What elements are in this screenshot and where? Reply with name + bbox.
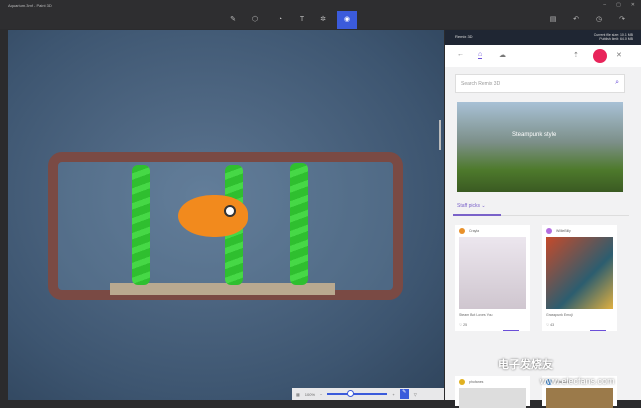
- zoom-in-button[interactable]: +: [392, 392, 394, 397]
- scrollbar[interactable]: [439, 120, 441, 150]
- fish-eye: [224, 205, 236, 217]
- model-card[interactable]: WillieBilly Grasspunk Emoji ♡ 43: [542, 225, 617, 331]
- community-icon[interactable]: ☁: [499, 51, 506, 59]
- search-placeholder: Search Remix 3D: [461, 81, 501, 87]
- like-count: 25: [463, 323, 468, 327]
- model-thumbnail[interactable]: [546, 237, 613, 309]
- divider: [453, 214, 629, 216]
- filter-icon[interactable]: ▽: [414, 392, 417, 397]
- model-thumbnail[interactable]: [459, 388, 526, 408]
- model-thumbnail[interactable]: [546, 388, 613, 408]
- watermark-logo: 电子发烧友: [498, 359, 553, 371]
- toolbar: ✎ ⬡ ◔ T ✲ ⤡ ◉ ▤ ↶ ◷ ↷: [0, 11, 641, 29]
- hero-caption: Steampunk style: [512, 132, 557, 138]
- tab-indicator: [453, 214, 501, 216]
- author-name[interactable]: Crayla: [469, 229, 479, 233]
- redo-icon[interactable]: ↷: [612, 11, 632, 29]
- 2d-shapes-icon[interactable]: ◔: [270, 11, 290, 29]
- zoom-percent: 100%: [304, 391, 316, 397]
- hero-banner[interactable]: Steampunk style: [457, 102, 623, 192]
- zoom-bar: ▦ 100% − + ✎ ▽: [292, 388, 444, 400]
- author-avatar: [459, 379, 465, 385]
- staff-picks-dropdown[interactable]: Staff picks ⌄: [457, 203, 486, 209]
- publish-limit: Publish limit: 64.0 MB: [599, 37, 633, 41]
- title-bar: Aquarium.3mf - Paint 3D – ▢ ✕: [0, 0, 641, 11]
- author-name[interactable]: phofanes: [469, 380, 483, 384]
- section-label: Staff picks: [457, 203, 480, 209]
- zoom-out-button[interactable]: −: [320, 392, 322, 397]
- window-title: Aquarium.3mf - Paint 3D: [8, 3, 52, 8]
- text-icon[interactable]: T: [292, 11, 312, 29]
- author-avatar: [459, 228, 465, 234]
- avatar[interactable]: [593, 49, 607, 63]
- zoom-slider-thumb[interactable]: [347, 390, 355, 397]
- pen-icon[interactable]: ✎: [399, 389, 409, 399]
- minimize-button[interactable]: –: [603, 2, 606, 8]
- model-name: Steam Bot Loves You: [459, 313, 493, 317]
- download-indicator: [503, 329, 519, 331]
- author-name[interactable]: WillieBilly: [556, 229, 571, 233]
- model-thumbnail[interactable]: [459, 237, 526, 309]
- view-icon[interactable]: ▦: [296, 392, 300, 397]
- remix-3d-icon[interactable]: ◉: [337, 11, 357, 29]
- search-icon[interactable]: ⌕: [615, 79, 619, 87]
- author-avatar: [546, 228, 552, 234]
- model-name: Grasspunk Emoji: [546, 313, 573, 317]
- upload-icon[interactable]: ⇡: [573, 51, 579, 59]
- close-panel-icon[interactable]: ✕: [616, 51, 622, 59]
- panel-title: Remix 3D: [455, 34, 473, 39]
- like-icon[interactable]: ♡: [459, 323, 462, 327]
- watermark-url: www.elecfans.com: [540, 376, 615, 386]
- remix-3d-panel: Remix 3D Current file size: 10.1 MB Publi…: [445, 30, 641, 408]
- download-indicator: [590, 329, 606, 331]
- close-button[interactable]: ✕: [631, 2, 635, 8]
- home-icon[interactable]: ⌂: [478, 51, 483, 59]
- like-icon[interactable]: ♡: [546, 323, 549, 327]
- seaweed[interactable]: [132, 165, 150, 285]
- model-card[interactable]: Crayla Steam Bot Loves You ♡ 25: [455, 225, 530, 331]
- brush-icon[interactable]: ✎: [223, 11, 243, 29]
- back-icon[interactable]: ←: [457, 51, 464, 58]
- history-icon[interactable]: ◷: [589, 11, 609, 29]
- paste-icon[interactable]: ▤: [543, 11, 563, 29]
- search-input[interactable]: Search Remix 3D ⌕: [455, 74, 625, 93]
- goldfish[interactable]: [178, 195, 248, 237]
- like-count: 43: [550, 323, 555, 327]
- undo-icon[interactable]: ↶: [566, 11, 586, 29]
- effects-icon[interactable]: ✲: [313, 11, 333, 29]
- maximize-button[interactable]: ▢: [616, 2, 621, 8]
- zoom-slider[interactable]: [327, 390, 388, 397]
- model-card[interactable]: phofanes: [455, 376, 530, 408]
- seaweed[interactable]: [290, 163, 308, 285]
- 3d-shapes-icon[interactable]: ⬡: [245, 11, 265, 29]
